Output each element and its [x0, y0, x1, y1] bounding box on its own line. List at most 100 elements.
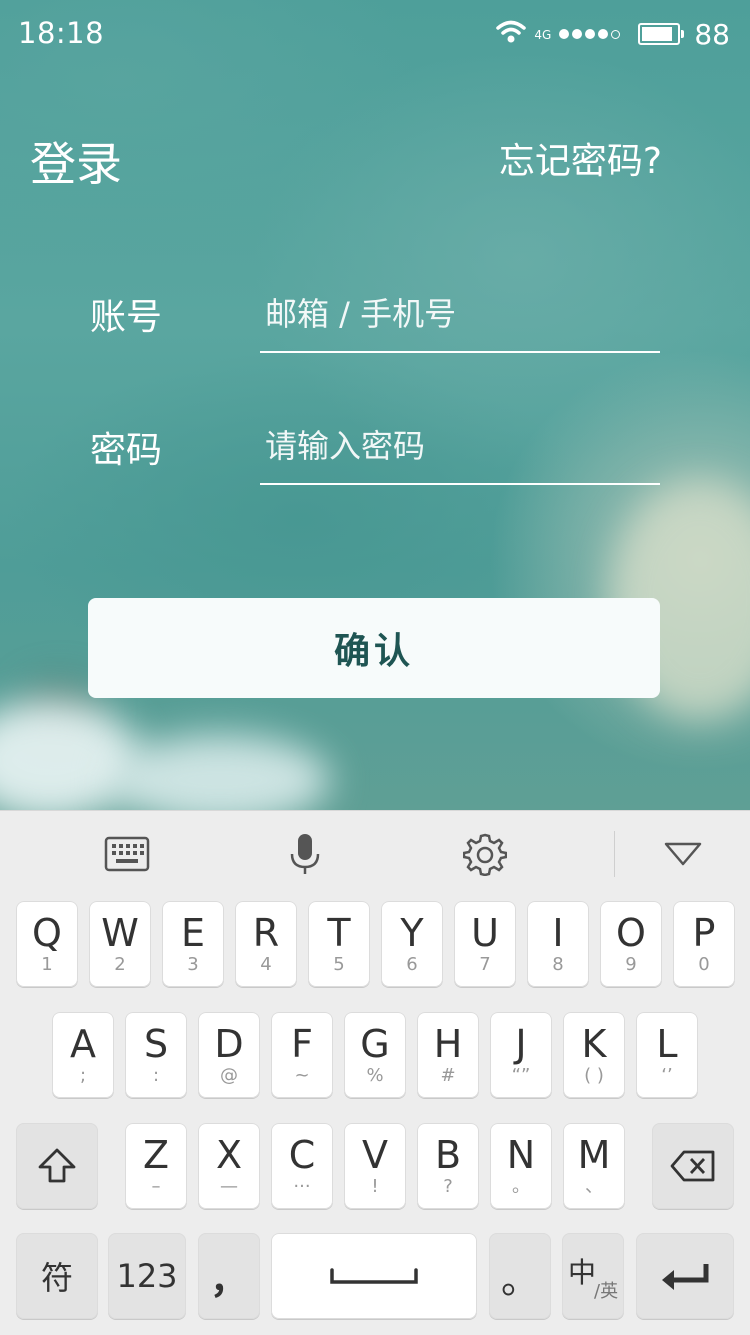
language-switch-key[interactable]: 中 /英 [562, 1233, 624, 1319]
key-secondary: 5 [333, 954, 345, 975]
key-letter: C [288, 1133, 316, 1177]
key-y[interactable]: Y6 [381, 901, 443, 987]
battery-percent: 88 [694, 17, 730, 51]
key-letter: O [616, 911, 646, 955]
key-secondary: ~ [294, 1065, 310, 1086]
shift-key[interactable] [16, 1123, 98, 1209]
key-n[interactable]: N。 [490, 1123, 552, 1209]
key-h[interactable]: H # [417, 1012, 479, 1098]
key-z[interactable]: Z – [125, 1123, 187, 1209]
key-letter: L [656, 1022, 678, 1066]
soft-keyboard: Q 1 W 2 E 3 R 4 T 5 Y 6 U 7 I 8 O 9 P 0 A; S: D @ F ~ G% H # J “” K( ) L… [0, 810, 750, 1335]
forgot-password-link[interactable]: 忘记密码? [499, 132, 662, 184]
key-secondary: # [440, 1065, 456, 1086]
key-x[interactable]: X — [198, 1123, 260, 1209]
key-u[interactable]: U7 [454, 901, 516, 987]
key-letter: U [471, 911, 499, 955]
keyboard-icon[interactable] [102, 829, 152, 879]
key-letter: D [214, 1022, 244, 1066]
network-type: 4G [534, 28, 552, 42]
space-key[interactable] [271, 1233, 477, 1319]
key-t[interactable]: T5 [308, 901, 370, 987]
key-k[interactable]: K( ) [563, 1012, 625, 1098]
key-letter: P [692, 911, 716, 955]
key-secondary: % [366, 1065, 384, 1086]
key-letter: H [433, 1022, 463, 1066]
key-q[interactable]: Q1 [16, 901, 78, 987]
password-input[interactable]: 请输入密码 [260, 413, 660, 485]
password-placeholder: 请输入密码 [265, 427, 426, 465]
key-letter: B [434, 1133, 462, 1177]
key-letter: G [360, 1022, 390, 1066]
lang-sub: /英 [594, 1281, 619, 1302]
key-letter: I [552, 911, 564, 955]
numbers-key[interactable]: 123 [108, 1233, 186, 1319]
account-input[interactable]: 邮箱 / 手机号 [260, 281, 660, 353]
page-title: 登录 [30, 137, 122, 191]
key-g[interactable]: G% [344, 1012, 406, 1098]
settings-gear-icon[interactable] [460, 829, 510, 879]
status-bar: 18:18 4G 88 [0, 0, 750, 70]
key-letter: A [70, 1022, 96, 1066]
key-secondary: 3 [187, 954, 199, 975]
key-secondary: 。 [512, 1176, 530, 1197]
key-w[interactable]: W2 [89, 901, 151, 987]
key-b[interactable]: B? [417, 1123, 479, 1209]
key-v[interactable]: V! [344, 1123, 406, 1209]
hide-keyboard-icon[interactable] [658, 829, 708, 879]
key-letter: T [327, 911, 351, 955]
key-e[interactable]: E3 [162, 901, 224, 987]
battery-icon [638, 23, 685, 45]
key-secondary: 0 [698, 954, 710, 975]
key-letter: Y [400, 911, 424, 955]
key-l[interactable]: L ‘’ [636, 1012, 698, 1098]
key-a[interactable]: A; [52, 1012, 114, 1098]
key-d[interactable]: D @ [198, 1012, 260, 1098]
lang-main: 中 [568, 1256, 597, 1289]
status-time: 18:18 [18, 16, 105, 50]
key-secondary: ! [371, 1176, 379, 1197]
key-secondary: ‘’ [661, 1065, 673, 1086]
key-secondary: 6 [406, 954, 418, 975]
key-secondary: ; [79, 1065, 87, 1086]
key-o[interactable]: O9 [600, 901, 662, 987]
key-secondary: — [220, 1176, 238, 1197]
key-c[interactable]: C ··· [271, 1123, 333, 1209]
key-secondary: 2 [114, 954, 126, 975]
confirm-button[interactable]: 确认 [88, 598, 660, 698]
password-label: 密码 [90, 430, 163, 471]
key-secondary: 1 [41, 954, 53, 975]
microphone-icon[interactable] [280, 829, 330, 879]
key-secondary: 8 [552, 954, 564, 975]
key-f[interactable]: F ~ [271, 1012, 333, 1098]
account-placeholder: 邮箱 / 手机号 [265, 295, 457, 333]
key-letter: M [577, 1133, 611, 1177]
key-secondary: ( ) [584, 1065, 604, 1086]
key-letter: W [101, 911, 139, 955]
key-secondary: 7 [479, 954, 491, 975]
key-letter: K [581, 1022, 607, 1066]
key-secondary: – [151, 1176, 161, 1197]
toolbar-divider [614, 831, 615, 877]
key-letter: J [515, 1022, 527, 1066]
key-letter: Z [142, 1133, 170, 1177]
key-secondary: ··· [293, 1176, 311, 1197]
signal-strength-icon [559, 29, 621, 39]
key-i[interactable]: I8 [527, 901, 589, 987]
period-key[interactable]: 。 [489, 1233, 551, 1319]
comma-key[interactable]: ， [198, 1233, 260, 1319]
key-r[interactable]: R4 [235, 901, 297, 987]
key-m[interactable]: M、 [563, 1123, 625, 1209]
key-letter: R [252, 911, 280, 955]
symbols-key[interactable]: 符 [16, 1233, 98, 1319]
key-secondary: 4 [260, 954, 272, 975]
enter-key[interactable] [636, 1233, 734, 1319]
key-p[interactable]: P0 [673, 901, 735, 987]
backspace-key[interactable] [652, 1123, 734, 1209]
account-label: 账号 [90, 297, 163, 338]
key-s[interactable]: S: [125, 1012, 187, 1098]
key-letter: V [362, 1133, 388, 1177]
key-letter: S [143, 1022, 169, 1066]
key-secondary: 、 [585, 1176, 603, 1197]
key-j[interactable]: J “” [490, 1012, 552, 1098]
